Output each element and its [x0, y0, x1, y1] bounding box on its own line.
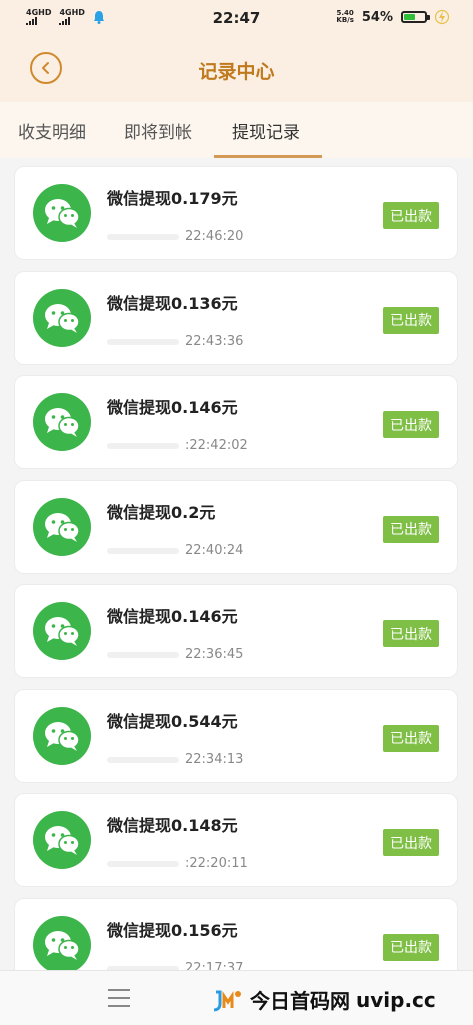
blurred-date: [107, 861, 179, 867]
watermark-logo-icon: [213, 990, 241, 1011]
record-time: :22:42:02: [185, 438, 248, 453]
record-title: 微信提现0.156元: [107, 920, 238, 940]
record-time: 22:43:36: [185, 333, 244, 349]
record-time: 22:34:13: [185, 751, 244, 767]
record-title: 微信提现0.148元: [107, 816, 238, 835]
tab-income-expense[interactable]: 收支明细: [18, 118, 86, 143]
watermark: 今日首码网 uvip.cc: [212, 985, 436, 1014]
record-title: 微信提现0.136元: [107, 293, 238, 313]
status-badge: 已出款: [383, 306, 439, 334]
wechat-icon: [33, 915, 91, 974]
tab-withdraw-records[interactable]: 提现记录: [232, 118, 300, 143]
record-card[interactable]: 微信提现0.146元 22:36:45 已出款: [14, 584, 458, 678]
blurred-date: [107, 547, 179, 554]
status-badge: 已出款: [383, 724, 439, 752]
record-title: 微信提现0.544元: [107, 711, 238, 731]
record-card[interactable]: 微信提现0.2元 22:40:24 已出款: [14, 479, 458, 574]
record-card[interactable]: 微信提现0.148元 :22:20:11 已出款: [14, 793, 458, 887]
record-time: 22:46:20: [185, 229, 244, 244]
status-bar: 4GHD 4GHD 22:47 5.40 KB/s 54%: [0, 0, 473, 36]
watermark-text: 今日首码网: [250, 989, 350, 1013]
status-badge: 已出款: [383, 202, 439, 229]
battery-percent: 54%: [361, 9, 393, 25]
wechat-icon: [33, 288, 91, 347]
status-badge: 已出款: [383, 620, 439, 647]
record-time: 22:40:24: [185, 542, 244, 558]
blurred-date: [107, 652, 179, 658]
watermark-url: uvip.cc: [356, 987, 436, 1012]
blurred-date: [107, 756, 179, 763]
blurred-date: [107, 443, 179, 449]
bottom-bar: 今日首码网 uvip.cc: [0, 970, 473, 1025]
tab-pending[interactable]: 即将到帐: [124, 118, 192, 143]
menu-icon[interactable]: [108, 989, 130, 1007]
record-card[interactable]: 微信提现0.136元 22:43:36 已出款: [14, 270, 458, 365]
record-card[interactable]: 微信提现0.146元 :22:42:02 已出款: [14, 375, 458, 469]
status-badge: 已出款: [383, 829, 439, 856]
tab-bar: 收支明细 即将到帐 提现记录: [0, 102, 473, 158]
record-time: 22:36:45: [185, 647, 244, 662]
status-badge: 已出款: [383, 411, 439, 438]
page-title: 记录中心: [198, 61, 275, 83]
record-card[interactable]: 微信提现0.179元 22:46:20 已出款: [14, 166, 458, 260]
wechat-icon: [33, 811, 91, 869]
active-tab-indicator: [214, 155, 322, 158]
charging-icon: [435, 9, 449, 25]
status-badge: 已出款: [383, 515, 439, 543]
blurred-date: [107, 338, 179, 345]
page-header: 记录中心: [0, 36, 473, 102]
record-title: 微信提现0.2元: [107, 502, 216, 522]
record-time: :22:20:11: [185, 856, 248, 871]
status-badge: 已出款: [383, 933, 439, 961]
wechat-icon: [33, 602, 91, 660]
blurred-date: [107, 234, 179, 240]
record-title: 微信提现0.179元: [107, 189, 238, 208]
record-title: 微信提现0.146元: [107, 398, 238, 417]
wechat-icon: [33, 497, 91, 556]
record-title: 微信提现0.146元: [107, 607, 238, 626]
battery-icon: [401, 11, 430, 23]
wechat-icon: [33, 184, 91, 242]
record-card[interactable]: 微信提现0.544元 22:34:13 已出款: [14, 688, 458, 783]
network-speed: 5.40 KB/s: [336, 9, 354, 24]
wechat-icon: [33, 393, 91, 451]
wechat-icon: [33, 706, 91, 765]
